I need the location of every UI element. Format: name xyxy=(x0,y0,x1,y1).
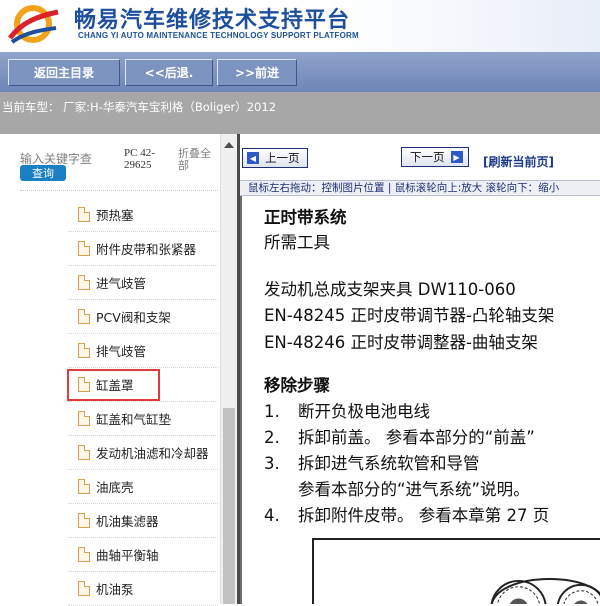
step-line: 4. 拆卸附件皮带。 参看本章第 27 页 xyxy=(264,502,549,526)
tree-item[interactable]: 排气歧管 xyxy=(68,334,218,368)
current-vehicle-text: 当前车型： 厂家:H-华泰汽车宝利格（Boliger）2012 xyxy=(2,100,277,114)
refresh-page-link[interactable]: [刷新当前页] xyxy=(483,153,554,170)
platform-subtitle: CHANG YI AUTO MAINTENANCE TECHNOLOGY SUP… xyxy=(78,31,359,40)
step-text: 拆卸进气系统软管和导管 xyxy=(298,454,480,473)
step-text: 拆卸附件皮带。 参看本章第 27 页 xyxy=(298,506,550,525)
navigation-panel: 输入关键字查 查询 PC 42-29625 折叠全部 预热塞 附件皮带和张紧器 进气… xyxy=(0,134,238,606)
document-icon xyxy=(78,547,90,562)
platform-title: 畅易汽车维修技术支持平台 xyxy=(74,8,351,33)
step-number: 4. xyxy=(264,506,280,525)
document-icon xyxy=(78,479,90,494)
timing-belt-figure xyxy=(312,538,600,604)
tools-heading: 所需工具 xyxy=(264,233,330,252)
prev-page-button[interactable]: ◀ 上一页 xyxy=(242,148,308,168)
viewer-toolbar: ◀ 上一页 下一页 ▶ [刷新当前页] xyxy=(240,134,600,180)
step-text: 参看本部分的“进气系统”说明。 xyxy=(298,480,530,499)
scroll-up-arrow-icon[interactable] xyxy=(224,142,234,148)
pc-code: PC 42-29625 xyxy=(124,147,155,171)
prev-page-label: 上一页 xyxy=(265,151,300,165)
step-line: 1. 断开负极电池电线 xyxy=(264,398,430,422)
document-icon xyxy=(78,581,90,596)
tree-item[interactable]: 附件皮带和张紧器 xyxy=(68,232,218,266)
doc-title: 正时带系统 xyxy=(264,208,347,227)
step-number: 2. xyxy=(264,428,280,447)
step-line: 参看本部分的“进气系统”说明。 xyxy=(264,476,530,500)
right-arrow-icon: ▶ xyxy=(450,151,463,163)
tree-item-label: 缸盖和气缸垫 xyxy=(96,412,172,427)
document-icon xyxy=(78,411,90,426)
tree-item-label: 排气歧管 xyxy=(96,344,147,359)
back-button[interactable]: <<后退. xyxy=(125,59,213,86)
next-page-label: 下一页 xyxy=(410,150,445,164)
document-viewer: ◀ 上一页 下一页 ▶ [刷新当前页] 鼠标左右拖动：控制图片位置 | 鼠标滚轮… xyxy=(240,134,600,604)
left-arrow-icon: ◀ xyxy=(247,152,259,164)
home-button[interactable]: 返回主目录 xyxy=(8,59,120,86)
collapse-all-button[interactable]: 折叠全部 xyxy=(178,148,220,172)
tree-item-label: 油底壳 xyxy=(96,480,134,495)
document-icon xyxy=(78,241,90,256)
current-vehicle-bar: 当前车型： 厂家:H-华泰汽车宝利格（Boliger）2012 xyxy=(0,92,600,134)
document-icon xyxy=(78,207,90,222)
app-header: 畅易汽车维修技术支持平台 CHANG YI AUTO MAINTENANCE T… xyxy=(0,0,600,52)
tree-item[interactable]: PCV阀和支架 xyxy=(68,300,218,334)
nav-bar: 返回主目录 <<后退. >>前进 xyxy=(0,52,600,92)
tool-line: EN-48246 正时皮带调整器-曲轴支架 xyxy=(264,333,538,352)
document-icon xyxy=(78,513,90,528)
selected-item-highlight xyxy=(67,369,160,401)
tree-item[interactable]: 机油泵 xyxy=(68,572,218,606)
search-button[interactable]: 查询 xyxy=(20,165,66,181)
document-icon xyxy=(78,445,90,460)
tree-item[interactable]: 缸盖和气缸垫 xyxy=(68,402,218,436)
steps-heading: 移除步骤 xyxy=(264,376,330,395)
step-text: 拆卸前盖。 参看本部分的“前盖” xyxy=(298,428,535,447)
next-page-button[interactable]: 下一页 ▶ xyxy=(401,147,469,167)
tree-item[interactable]: 进气歧管 xyxy=(68,266,218,300)
tool-line: EN-48245 正时皮带调节器-凸轮轴支架 xyxy=(264,306,555,325)
tree-item-label: 机油泵 xyxy=(96,582,134,597)
document-icon xyxy=(78,343,90,358)
tree-item-label: 预热塞 xyxy=(96,208,134,223)
scrollbar-thumb[interactable] xyxy=(223,408,235,604)
step-text: 断开负极电池电线 xyxy=(298,402,430,421)
document-icon xyxy=(78,275,90,290)
tree-scrollbar[interactable] xyxy=(220,134,237,604)
tree-item-label: PCV阀和支架 xyxy=(96,310,171,325)
tree-item[interactable]: 曲轴平衡轴 xyxy=(68,538,218,572)
tree-item-label: 曲轴平衡轴 xyxy=(96,548,159,563)
tree-item[interactable]: 预热塞 xyxy=(68,198,218,232)
tree-item[interactable]: 机油集滤器 xyxy=(68,504,218,538)
tree-item-label: 发动机油滤和冷却器 xyxy=(96,446,209,461)
tree-item[interactable]: 发动机油滤和冷却器 xyxy=(68,436,218,470)
step-line: 3. 拆卸进气系统软管和导管 xyxy=(264,450,480,474)
forward-button[interactable]: >>前进 xyxy=(217,59,297,86)
tree-item[interactable]: 油底壳 xyxy=(68,470,218,504)
viewer-hint: 鼠标左右拖动：控制图片位置 | 鼠标滚轮向上:放大 滚轮向下：缩小 xyxy=(240,180,600,196)
step-number: 3. xyxy=(264,454,280,473)
document-icon xyxy=(78,309,90,324)
tree-item-label: 附件皮带和张紧器 xyxy=(96,242,197,257)
step-line: 2. 拆卸前盖。 参看本部分的“前盖” xyxy=(264,424,535,448)
step-number: 1. xyxy=(264,402,280,421)
tree-item-label: 进气歧管 xyxy=(96,276,147,291)
swirl-logo-icon xyxy=(8,5,59,44)
tool-line: 发动机总成支架夹具 DW110-060 xyxy=(264,280,516,299)
tree-item-label: 机油集滤器 xyxy=(96,514,159,529)
document-page[interactable]: 正时带系统 所需工具 发动机总成支架夹具 DW110-060 EN-48245 … xyxy=(240,196,600,604)
separator xyxy=(20,190,218,191)
